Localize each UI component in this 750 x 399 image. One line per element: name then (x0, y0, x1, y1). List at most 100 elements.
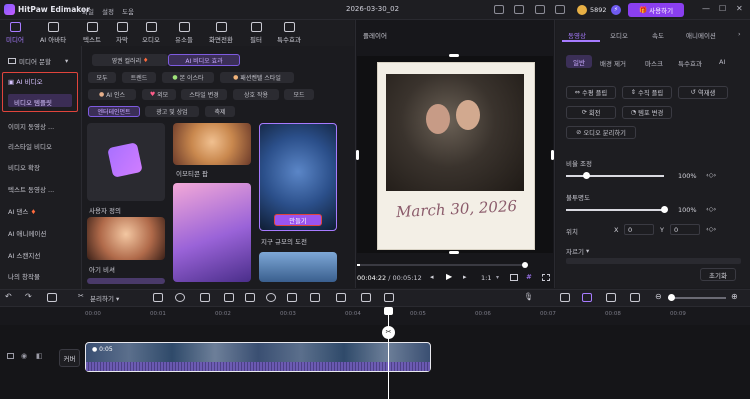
snapshot-icon[interactable] (384, 293, 394, 302)
cover-button[interactable]: 커버 (59, 349, 80, 367)
monitor-icon[interactable] (494, 5, 504, 14)
subtab-ai[interactable]: AI (719, 58, 725, 66)
chip-entertainment[interactable]: 엔터테인먼트 (88, 106, 140, 117)
rotate-button[interactable]: ⟳ 회전 (566, 106, 616, 119)
nav-item-ai-scan[interactable]: AI 스캔지선 (8, 250, 40, 260)
tab-ai-video-effect[interactable]: AI 비디오 효과 (168, 54, 240, 66)
chip-style-change[interactable]: 스타일 변경 (181, 89, 227, 100)
chip-advertising[interactable]: 광고 및 상업 (145, 106, 199, 117)
link-icon[interactable] (560, 293, 570, 302)
keyframe-icon[interactable]: ‹◇› (706, 225, 716, 233)
nav-item-restyle-video[interactable]: 리스타일 비디오 (8, 141, 52, 151)
nav-item-ai-dance[interactable]: AI 댄스 ♦ (8, 206, 36, 216)
tool-audio[interactable]: 오디오 (136, 22, 166, 44)
chip-mode[interactable]: 모드 (284, 89, 314, 100)
maximize-icon[interactable]: ☐ (719, 4, 726, 13)
chevron-right-icon[interactable]: › (738, 30, 741, 38)
camera-icon[interactable] (510, 274, 518, 281)
tab-animation[interactable]: 애니메이션 (686, 30, 716, 40)
chip-trend[interactable]: 트렌드 (122, 72, 156, 83)
mail-icon[interactable] (514, 5, 524, 14)
nav-item-video-extend[interactable]: 비디오 확장 (8, 162, 40, 172)
buy-button[interactable]: 🎁 사용하기 (628, 3, 684, 17)
next-frame-icon[interactable]: ▸ (463, 273, 467, 281)
subtab-general[interactable]: 일반 (566, 55, 592, 68)
grid-icon[interactable]: # (526, 273, 532, 281)
chip-all[interactable]: 모두 (88, 72, 116, 83)
reverse-button[interactable]: ↺ 역재생 (678, 86, 728, 99)
export-frame-icon[interactable] (361, 293, 371, 302)
tab-effect-collection[interactable]: 영권 컬러리 ♦ (92, 54, 168, 66)
fullscreen-icon[interactable] (542, 274, 550, 281)
lightning-icon[interactable]: ⚡ (611, 5, 621, 15)
playback-progress[interactable] (357, 264, 525, 266)
nav-item-ai-animation[interactable]: AI 애니메이션 (8, 228, 46, 238)
eye-icon[interactable]: ◉ (21, 352, 27, 360)
transform-icon[interactable] (245, 293, 255, 302)
split-dropdown[interactable]: 분리하기 ▾ (90, 293, 119, 303)
tool-effects[interactable]: 특수효과 (274, 22, 304, 44)
scale-slider-knob[interactable] (582, 172, 590, 179)
prev-frame-icon[interactable]: ◂ (430, 273, 434, 281)
tempo-change-button[interactable]: ◔ 템포 변경 (622, 106, 672, 119)
split-playhead-icon[interactable]: ✂ (382, 326, 395, 339)
create-button[interactable]: 만들기 (274, 214, 322, 226)
opacity-slider[interactable] (566, 209, 664, 211)
chevron-down-icon[interactable]: ▾ (496, 274, 499, 281)
chip-appearance[interactable]: ♥ 외모 (142, 89, 176, 100)
reset-button[interactable]: 초기화 (700, 268, 736, 281)
close-icon[interactable]: ✕ (736, 4, 743, 13)
menu-file[interactable]: 파일 (82, 6, 94, 16)
card-earth-challenge[interactable]: 만들기 (259, 123, 337, 231)
track-link-icon[interactable] (606, 293, 616, 302)
snap-icon[interactable] (582, 293, 592, 302)
subtab-fx[interactable]: 특수효과 (678, 58, 702, 68)
motion-icon[interactable] (287, 293, 297, 302)
flip-horizontal-button[interactable]: ⇔ 수평 플립 (566, 86, 616, 99)
keyframe-icon[interactable]: ‹◇› (706, 205, 716, 213)
playhead[interactable] (388, 310, 389, 399)
card-more-thumb[interactable] (87, 278, 165, 284)
resize-handle-left[interactable] (356, 150, 359, 160)
stabilize-icon[interactable] (310, 293, 320, 302)
minimize-icon[interactable]: — (702, 4, 710, 13)
keyframe-tool-icon[interactable] (336, 293, 346, 302)
subtab-bg-remove[interactable]: 배경 제거 (600, 58, 626, 68)
tab-audio[interactable]: 오디오 (610, 30, 628, 40)
nav-item-image-video[interactable]: 이미지 동영상 ... (8, 121, 54, 131)
tool-ai-avatar[interactable]: AI 아바타 (38, 22, 68, 44)
card-nails-thumb[interactable] (173, 183, 251, 282)
nav-item-text-video[interactable]: 텍스트 동영상 ... (8, 184, 54, 194)
scale-slider[interactable] (566, 175, 664, 177)
zoom-out-icon[interactable]: ⊖ (655, 292, 662, 301)
x-input[interactable]: 0 (624, 224, 654, 235)
tool-transition[interactable]: 화면전환 (206, 22, 236, 44)
card-custom[interactable] (87, 123, 165, 201)
time-ruler[interactable] (0, 307, 750, 325)
progress-knob[interactable] (522, 262, 528, 268)
subtab-mask[interactable]: 마스크 (645, 58, 663, 68)
menu-help[interactable]: 도움 (122, 6, 134, 16)
nav-item-my-creations[interactable]: 나의 창작물 (8, 271, 40, 281)
opacity-slider-knob[interactable] (661, 206, 668, 213)
lock-icon[interactable]: ◧ (36, 352, 43, 360)
resize-handle-right[interactable] (551, 150, 554, 160)
resize-handle-bottom[interactable] (449, 251, 459, 254)
resize-icon[interactable] (224, 293, 234, 302)
split-icon[interactable]: ✂ (78, 292, 84, 300)
chat-icon[interactable] (535, 5, 545, 14)
resize-handle-top[interactable] (449, 54, 459, 57)
chip-interaction[interactable]: 상호 작용 (233, 89, 279, 100)
redo-icon[interactable]: ↷ (25, 292, 32, 301)
tab-speed[interactable]: 속도 (652, 30, 664, 40)
opacity-value[interactable]: 100% (678, 206, 697, 214)
tab-video[interactable]: 동영상 (568, 30, 586, 40)
chip-festival[interactable]: 축제 (205, 106, 235, 117)
card-emoji-pop-thumb[interactable] (173, 123, 251, 165)
tool-subtitle[interactable]: 자막 (107, 22, 137, 44)
tool-filter[interactable]: 필터 (241, 22, 271, 44)
chip-ai-kiss[interactable]: ● AI 인스 (88, 89, 136, 100)
zoom-in-icon[interactable]: ⊕ (731, 292, 738, 301)
microphone-icon[interactable]: 🎙 (524, 292, 534, 301)
y-input[interactable]: 0 (670, 224, 700, 235)
